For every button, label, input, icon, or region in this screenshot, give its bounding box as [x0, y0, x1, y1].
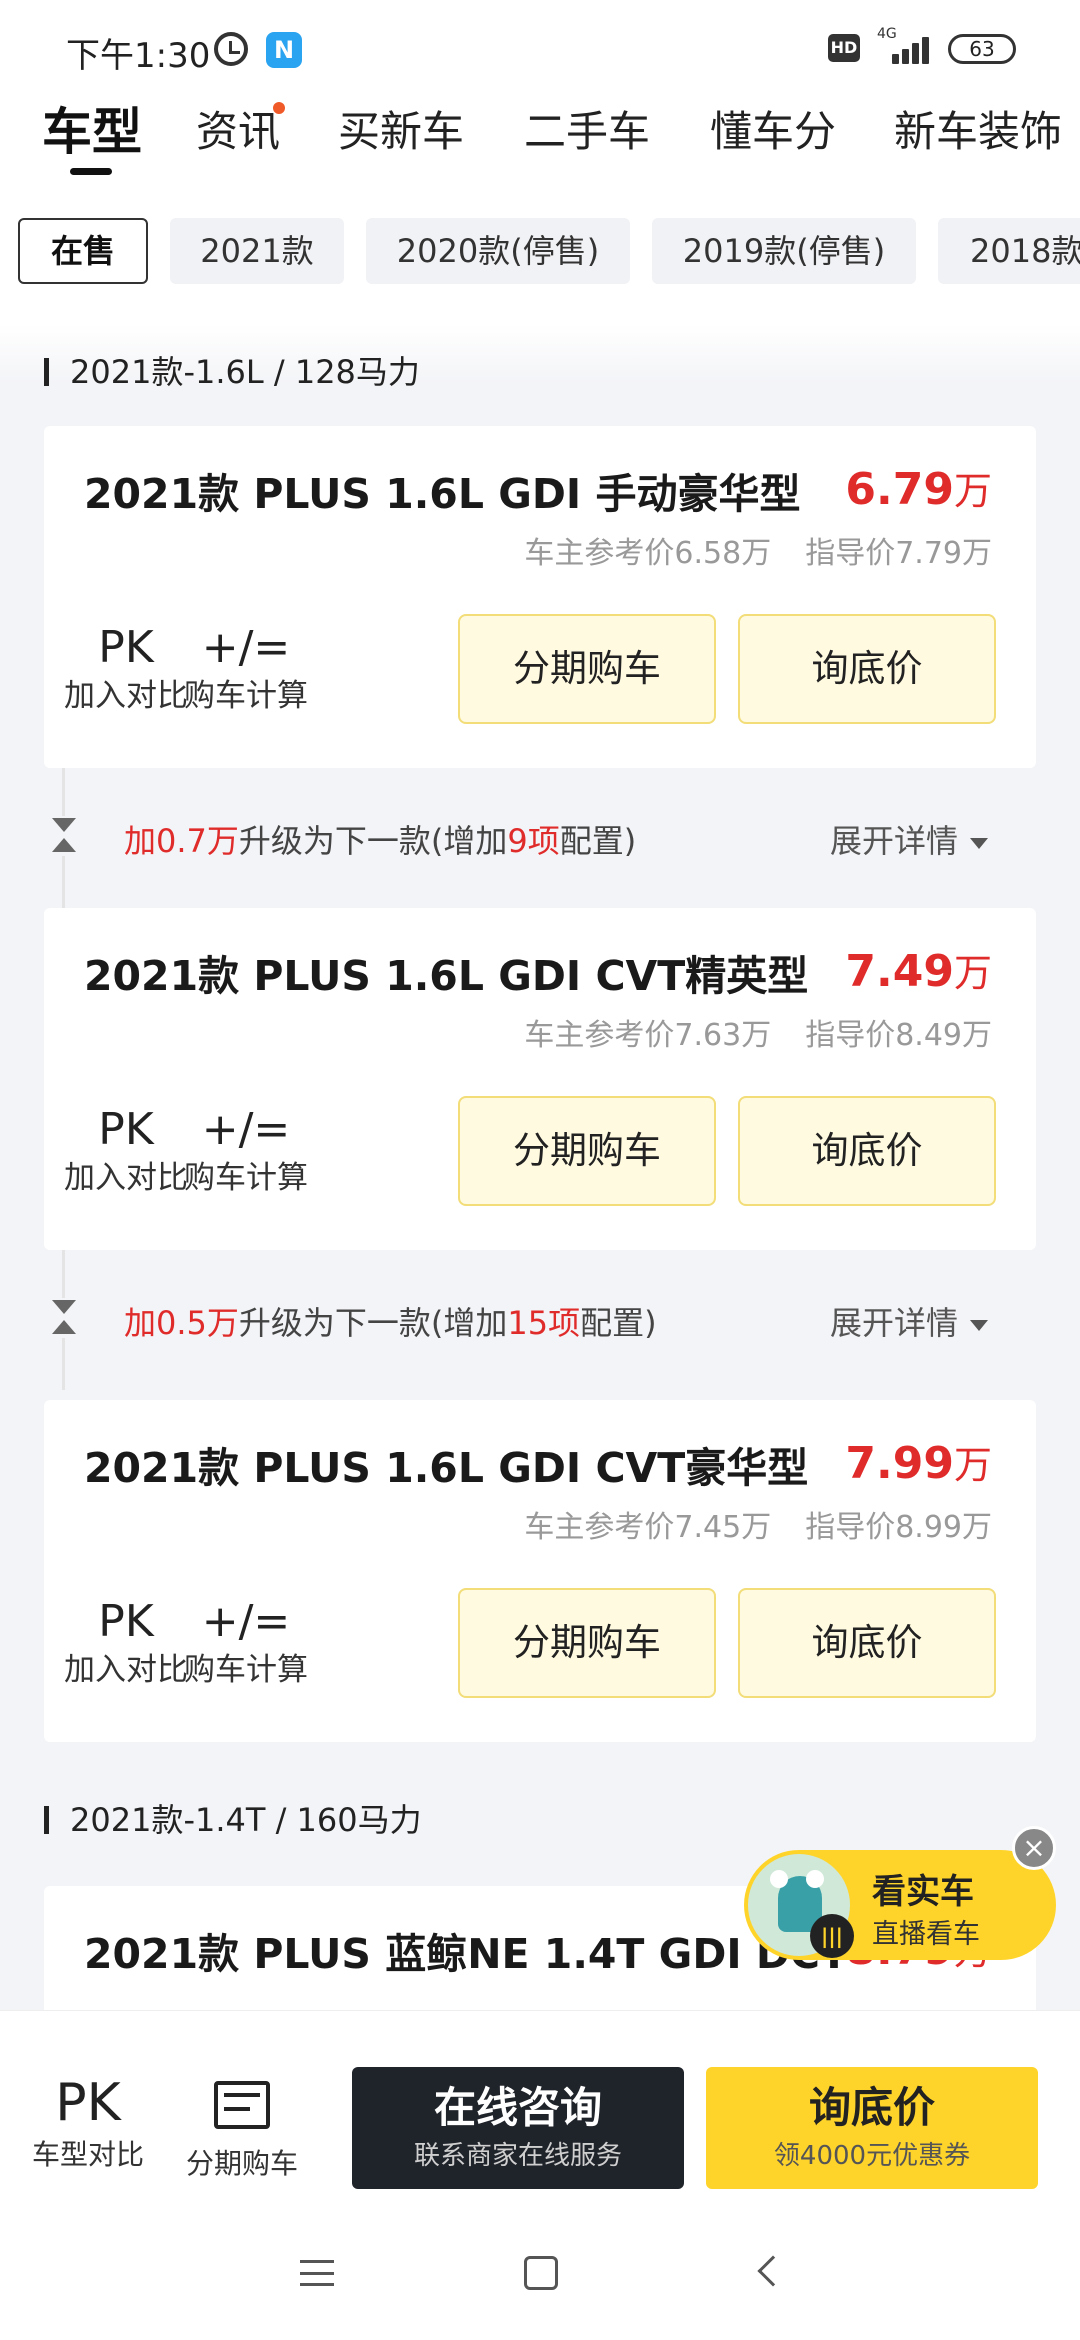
bottom-inquiry-button[interactable]: 询底价 领4000元优惠券	[706, 2067, 1038, 2189]
car-model-card[interactable]: 2021款 PLUS 1.6L GDI CVT豪华型 7.99万 车主参考价7.…	[44, 1400, 1036, 1742]
tab-car-models[interactable]: 车型	[42, 96, 142, 168]
section-title: 2021款-1.4T / 160马力	[44, 1800, 422, 1840]
installment-purchase-button[interactable]: 分期购车	[162, 2073, 322, 2186]
add-compare-button[interactable]: PK 加入对比	[56, 1104, 196, 1200]
expand-details-link[interactable]: 展开详情	[830, 816, 988, 862]
installment-button[interactable]: 分期购车	[458, 614, 716, 724]
car-model-card[interactable]: 2021款 PLUS 1.6L GDI 手动豪华型 6.79万 车主参考价6.5…	[44, 426, 1036, 768]
guide-price: 指导价8.99万	[805, 1510, 992, 1545]
alarm-icon	[214, 32, 248, 66]
pk-icon: PK	[98, 622, 154, 673]
pk-icon: PK	[55, 2073, 121, 2133]
hd-voice-icon: HD	[828, 34, 860, 62]
inquiry-price-button[interactable]: 询底价	[738, 1588, 996, 1698]
dealer-price: 6.79万	[845, 464, 992, 515]
model-compare-button[interactable]: PK 车型对比	[8, 2073, 168, 2177]
collapse-expand-icon	[50, 816, 78, 856]
tab-news[interactable]: 资讯	[196, 96, 280, 168]
owner-reference-price: 车主参考价6.58万	[524, 536, 772, 571]
top-tab-bar: 车型 资讯 买新车 二手车 懂车分 新车装饰	[0, 96, 1080, 206]
car-calculator-button[interactable]: +/= 购车计算	[176, 1104, 316, 1200]
system-nav-bar	[0, 2210, 1080, 2340]
upgrade-hint: 加0.5万升级为下一款(增加15项配置) 展开详情	[44, 1250, 1036, 1390]
tab-used-car[interactable]: 二手车	[524, 96, 650, 168]
guide-price: 指导价7.79万	[805, 536, 992, 571]
model-list: 2021款-1.6L / 128马力 2021款 PLUS 1.6L GDI 手…	[0, 324, 1080, 2010]
inquiry-price-button[interactable]: 询底价	[738, 614, 996, 724]
live-title: 看实车	[872, 1872, 974, 1912]
expand-details-link[interactable]: 展开详情	[830, 1298, 988, 1344]
model-name: 2021款 PLUS 蓝鲸NE 1.4T GDI DCT	[84, 1930, 848, 1978]
filter-2020[interactable]: 2020款(停售)	[366, 218, 630, 284]
live-view-car-badge[interactable]: ||| 看实车 直播看车	[744, 1850, 1056, 1960]
dealer-price: 7.49万	[845, 946, 992, 997]
calculator-icon: +/=	[201, 1104, 291, 1155]
upgrade-text: 加0.7万升级为下一款(增加9项配置)	[124, 822, 637, 860]
reference-prices: 车主参考价6.58万 指导价7.79万	[524, 528, 992, 572]
installment-icon	[214, 2081, 270, 2129]
installment-button[interactable]: 分期购车	[458, 1096, 716, 1206]
tab-buy-new-car[interactable]: 买新车	[338, 96, 464, 168]
reference-prices: 车主参考价7.63万 指导价8.49万	[524, 1010, 992, 1054]
bottom-action-bar: PK 车型对比 分期购车 在线咨询 联系商家在线服务 询底价 领4000元优惠券	[0, 2010, 1080, 2210]
tab-new-car-decoration[interactable]: 新车装饰	[894, 96, 1062, 168]
car-model-card[interactable]: 2021款 PLUS 1.6L GDI CVT精英型 7.49万 车主参考价7.…	[44, 908, 1036, 1250]
section-title: 2021款-1.6L / 128马力	[44, 352, 420, 392]
battery-icon: 63	[948, 34, 1016, 64]
filter-on-sale[interactable]: 在售	[18, 218, 148, 284]
live-audio-icon: |||	[810, 1914, 854, 1958]
menu-icon[interactable]	[300, 2260, 334, 2286]
signal-icon	[878, 32, 934, 64]
car-calculator-button[interactable]: +/= 购车计算	[176, 622, 316, 718]
active-tab-indicator	[70, 168, 112, 175]
guide-price: 指导价8.49万	[805, 1018, 992, 1053]
add-compare-button[interactable]: PK 加入对比	[56, 622, 196, 718]
status-bar: 下午1:30 N HD 4G 63	[0, 0, 1080, 96]
model-name: 2021款 PLUS 1.6L GDI CVT精英型	[84, 952, 809, 1000]
news-unread-dot	[273, 102, 285, 114]
status-time: 下午1:30	[66, 36, 211, 76]
close-icon[interactable]: ×	[1012, 1826, 1056, 1870]
inquiry-price-button[interactable]: 询底价	[738, 1096, 996, 1206]
car-calculator-button[interactable]: +/= 购车计算	[176, 1596, 316, 1692]
reference-prices: 车主参考价7.45万 指导价8.99万	[524, 1502, 992, 1546]
filter-2019[interactable]: 2019款(停售)	[652, 218, 916, 284]
notification-app-icon: N	[266, 32, 302, 68]
filter-2021[interactable]: 2021款	[170, 218, 344, 284]
tab-dongche-score[interactable]: 懂车分	[710, 96, 836, 168]
model-name: 2021款 PLUS 1.6L GDI 手动豪华型	[84, 470, 801, 518]
upgrade-hint: 加0.7万升级为下一款(增加9项配置) 展开详情	[44, 768, 1036, 908]
back-icon[interactable]	[757, 2255, 789, 2287]
add-compare-button[interactable]: PK 加入对比	[56, 1596, 196, 1692]
live-subtitle: 直播看车	[872, 1919, 980, 1950]
owner-reference-price: 车主参考价7.45万	[524, 1510, 772, 1545]
pk-icon: PK	[98, 1596, 154, 1647]
year-filter-bar: 在售 2021款 2020款(停售) 2019款(停售) 2018款	[0, 206, 1080, 324]
dealer-price: 7.99万	[845, 1438, 992, 1489]
upgrade-text: 加0.5万升级为下一款(增加15项配置)	[124, 1304, 657, 1342]
collapse-expand-icon	[50, 1298, 78, 1338]
online-consult-button[interactable]: 在线咨询 联系商家在线服务	[352, 2067, 684, 2189]
installment-button[interactable]: 分期购车	[458, 1588, 716, 1698]
calculator-icon: +/=	[201, 1596, 291, 1647]
pk-icon: PK	[98, 1104, 154, 1155]
calculator-icon: +/=	[201, 622, 291, 673]
model-name: 2021款 PLUS 1.6L GDI CVT豪华型	[84, 1444, 809, 1492]
owner-reference-price: 车主参考价7.63万	[524, 1018, 772, 1053]
filter-2018[interactable]: 2018款	[938, 218, 1080, 284]
home-icon[interactable]	[524, 2256, 558, 2290]
